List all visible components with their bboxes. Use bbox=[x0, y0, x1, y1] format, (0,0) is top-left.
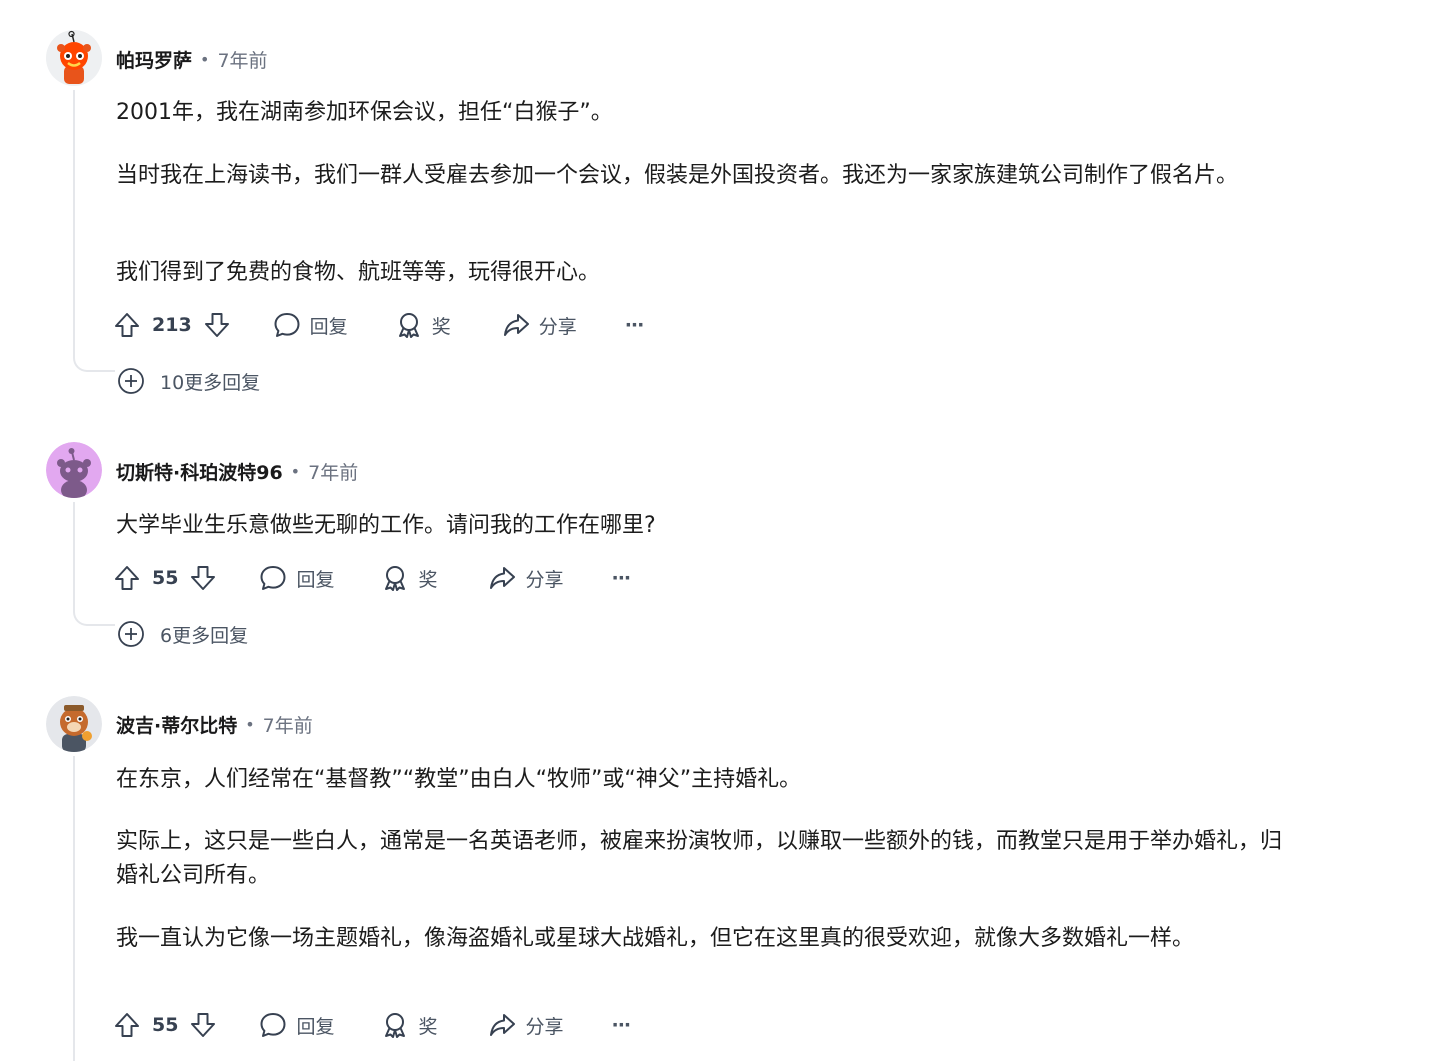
downvote-icon bbox=[191, 566, 216, 590]
award-icon bbox=[398, 313, 419, 338]
thread-line bbox=[73, 502, 75, 606]
downvote-icon bbox=[204, 313, 229, 337]
downvote-button[interactable] bbox=[202, 307, 232, 343]
award-label: 奖 bbox=[431, 315, 451, 338]
comment-actions: 55 回复 奖 分享 ··· bbox=[112, 560, 632, 596]
share-button[interactable]: 分享 bbox=[487, 560, 564, 596]
separator-dot: • bbox=[200, 49, 210, 69]
timestamp[interactable]: 7年前 bbox=[308, 458, 358, 485]
comment-paragraph: 大学毕业生乐意做些无聊的工作。请问我的工作在哪里? bbox=[116, 513, 656, 538]
thread-line bbox=[73, 90, 75, 352]
timestamp[interactable]: 7年前 bbox=[263, 711, 313, 738]
snoo-avatar-icon bbox=[46, 442, 102, 498]
share-button[interactable]: 分享 bbox=[487, 1007, 564, 1043]
more-options-button[interactable]: ··· bbox=[611, 560, 632, 596]
share-button[interactable]: 分享 bbox=[501, 307, 577, 343]
more-options-button[interactable]: ··· bbox=[611, 1007, 632, 1043]
share-icon bbox=[503, 314, 529, 336]
more-options-icon: ··· bbox=[611, 567, 632, 589]
separator-dot: • bbox=[245, 714, 255, 734]
username[interactable]: 切斯特·科珀波特96 bbox=[116, 458, 283, 485]
share-label: 分享 bbox=[525, 1015, 564, 1038]
more-replies-label: 10更多回复 bbox=[160, 371, 261, 394]
more-replies-button[interactable]: 6更多回复 bbox=[116, 619, 248, 649]
upvote-icon bbox=[115, 1013, 139, 1037]
award-icon bbox=[385, 1013, 406, 1038]
reply-button[interactable]: 回复 bbox=[272, 307, 348, 343]
upvote-button[interactable] bbox=[112, 1007, 142, 1043]
thread-elbow bbox=[73, 606, 115, 626]
more-replies-label: 6更多回复 bbox=[160, 624, 249, 647]
downvote-button[interactable] bbox=[188, 1007, 218, 1043]
share-icon bbox=[490, 1014, 516, 1036]
reply-label: 回复 bbox=[296, 1015, 335, 1038]
comment-paragraph: 实际上，这只是一些白人，通常是一名英语老师，被雇来扮演牧师，以赚取一些额外的钱，… bbox=[116, 829, 1283, 888]
comment-bubble-icon bbox=[260, 1013, 286, 1037]
reply-label: 回复 bbox=[309, 315, 348, 338]
comment-meta: 帕玛罗萨 • 7年前 bbox=[116, 44, 268, 74]
vote-score: 55 bbox=[152, 567, 179, 589]
share-icon bbox=[490, 567, 516, 589]
snoo-avatar-icon bbox=[46, 30, 102, 86]
plus-circle-icon bbox=[118, 621, 144, 647]
vote-score: 55 bbox=[152, 1014, 179, 1036]
comment-bubble-icon bbox=[274, 313, 300, 337]
username[interactable]: 帕玛罗萨 bbox=[116, 46, 192, 73]
avatar[interactable] bbox=[46, 30, 102, 86]
reply-button[interactable]: 回复 bbox=[258, 1007, 334, 1043]
award-label: 奖 bbox=[418, 568, 438, 591]
username[interactable]: 波吉·蒂尔比特 bbox=[116, 711, 237, 738]
comment-actions: 213 回复 奖 分享 ··· bbox=[112, 307, 645, 343]
comment-actions: 55 回复 奖 分享 ··· bbox=[112, 1007, 632, 1043]
comment-meta: 切斯特·科珀波特96 • 7年前 bbox=[116, 456, 358, 486]
downvote-icon bbox=[191, 1013, 216, 1037]
avatar[interactable] bbox=[46, 696, 102, 752]
upvote-button[interactable] bbox=[112, 560, 142, 596]
comment-paragraph: 当时我在上海读书，我们一群人受雇去参加一个会议，假装是外国投资者。我还为一家家族… bbox=[116, 163, 1239, 188]
more-options-icon: ··· bbox=[624, 314, 645, 336]
avatar[interactable] bbox=[46, 442, 102, 498]
vote-score: 213 bbox=[152, 314, 192, 336]
reply-button[interactable]: 回复 bbox=[258, 560, 334, 596]
award-button[interactable]: 奖 bbox=[380, 560, 437, 596]
comment-paragraph: 我一直认为它像一场主题婚礼，像海盗婚礼或星球大战婚礼，但它在这里真的很受欢迎，就… bbox=[116, 926, 1195, 951]
reply-label: 回复 bbox=[296, 568, 335, 591]
snoo-avatar-icon bbox=[46, 696, 102, 752]
thread-line bbox=[73, 756, 75, 1061]
comment-paragraph: 我们得到了免费的食物、航班等等，玩得很开心。 bbox=[116, 260, 601, 285]
award-label: 奖 bbox=[418, 1015, 438, 1038]
upvote-icon bbox=[115, 566, 139, 590]
more-options-icon: ··· bbox=[611, 1014, 632, 1036]
thread-elbow bbox=[73, 352, 115, 372]
comment-bubble-icon bbox=[260, 566, 286, 590]
comment-paragraph: 2001年，我在湖南参加环保会议，担任“白猴子”。 bbox=[116, 100, 613, 125]
downvote-button[interactable] bbox=[188, 560, 218, 596]
timestamp[interactable]: 7年前 bbox=[217, 46, 267, 73]
more-options-button[interactable]: ··· bbox=[624, 307, 645, 343]
share-label: 分享 bbox=[538, 315, 577, 338]
comment-meta: 波吉·蒂尔比特 • 7年前 bbox=[116, 709, 313, 739]
comment-paragraph: 在东京，人们经常在“基督教”“教堂”由白人“牧师”或“神父”主持婚礼。 bbox=[116, 767, 802, 792]
upvote-button[interactable] bbox=[112, 307, 142, 343]
award-button[interactable]: 奖 bbox=[380, 1007, 437, 1043]
award-icon bbox=[385, 566, 406, 591]
more-replies-button[interactable]: 10更多回复 bbox=[116, 366, 260, 396]
upvote-icon bbox=[115, 313, 139, 337]
separator-dot: • bbox=[290, 461, 301, 481]
award-button[interactable]: 奖 bbox=[394, 307, 451, 343]
plus-circle-icon bbox=[118, 368, 144, 394]
share-label: 分享 bbox=[525, 568, 564, 591]
